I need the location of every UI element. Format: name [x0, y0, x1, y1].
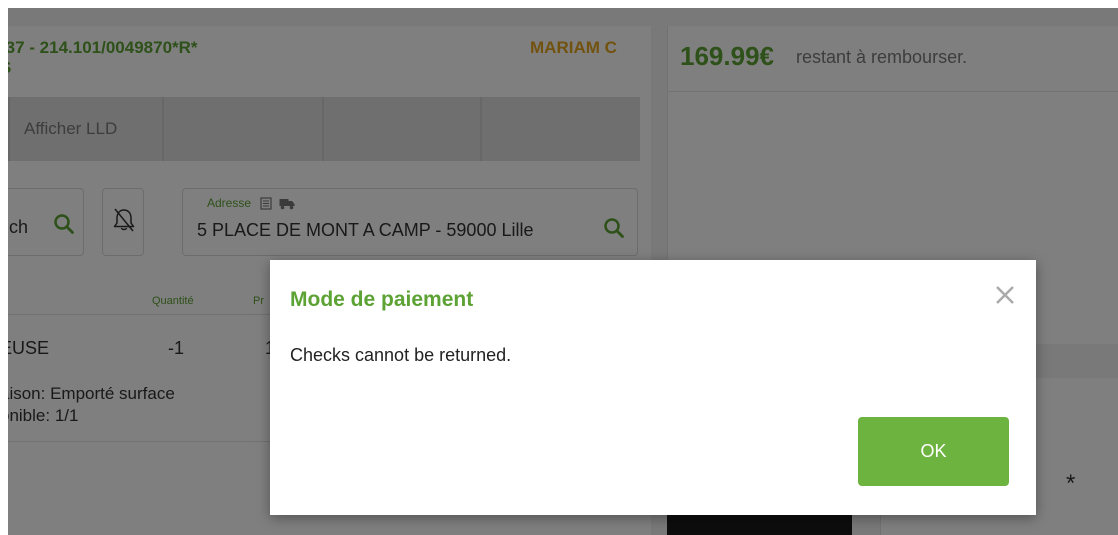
dialog-title: Mode de paiement: [290, 288, 474, 311]
payment-mode-dialog: Mode de paiement Checks cannot be return…: [270, 260, 1036, 515]
window-top-strip: [0, 0, 1118, 8]
dialog-message: Checks cannot be returned.: [290, 345, 512, 365]
window-left-gutter: [0, 0, 8, 535]
ok-button[interactable]: OK: [858, 417, 1009, 486]
close-icon[interactable]: [994, 284, 1016, 311]
